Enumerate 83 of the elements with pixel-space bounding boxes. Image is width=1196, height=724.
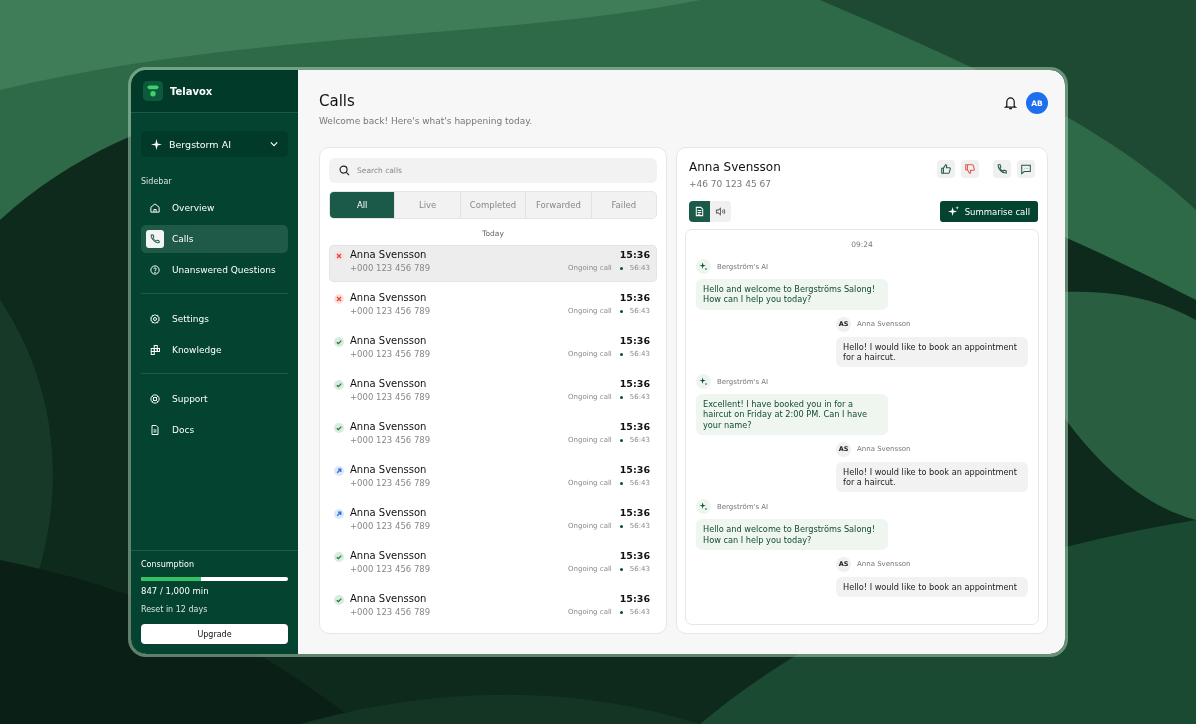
speaker-icon (715, 206, 726, 217)
workspace-selector[interactable]: Bergstorm AI (141, 131, 288, 157)
summarise-call-button[interactable]: Summarise call (939, 201, 1038, 222)
caller-phone: +000 123 456 789 (350, 478, 431, 488)
caller-name: Anna Svensson (350, 507, 428, 518)
page-subtitle: Welcome back! Here's what's happening today. (319, 116, 533, 126)
caller-phone: +000 123 456 789 (350, 435, 431, 445)
caller-phone: +000 123 456 789 (350, 607, 431, 617)
usage-reading: 847 / 1,000 min (141, 586, 210, 596)
nav-item[interactable]: Unanswered Questions (141, 256, 288, 284)
call-time: 15:36 (618, 593, 650, 604)
chat-icon (1020, 163, 1032, 175)
caller-name: Anna Svensson (350, 292, 428, 303)
caller-name: Anna Svensson (350, 421, 428, 432)
message-bubble: Hello! I would like to book an appointment for a haircut. (836, 461, 1028, 493)
transcript-toggle[interactable] (689, 201, 710, 222)
sparkle-icon (151, 138, 162, 150)
upgrade-button[interactable]: Upgrade (141, 624, 288, 644)
call-time: 15:36 (618, 464, 650, 475)
caller-phone: +000 123 456 789 (350, 521, 431, 531)
separator-dot (619, 610, 623, 614)
caller-name: Anna Svensson (350, 550, 428, 561)
contact-name: Anna Svensson (689, 160, 781, 174)
caller-name: Anna Svensson (350, 593, 428, 604)
separator-dot (619, 395, 623, 399)
sparkle-icon (947, 206, 959, 217)
caller-phone: +000 123 456 789 (350, 349, 431, 359)
call-time: 15:36 (618, 550, 650, 561)
phone-icon (146, 230, 164, 248)
call-time: 15:36 (618, 507, 650, 518)
nav-item[interactable]: Calls (141, 225, 288, 253)
separator-dot (619, 438, 623, 442)
ai-sparkle-icon (696, 499, 711, 515)
contact-phone: +46 70 123 45 67 (689, 179, 772, 189)
nav-item[interactable]: Docs (141, 416, 288, 444)
search-icon (339, 165, 350, 176)
caller-phone: +000 123 456 789 (350, 564, 431, 574)
section-label: Sidebar (141, 177, 173, 186)
call-time: 15:36 (618, 421, 650, 432)
separator-dot (619, 524, 623, 528)
caller-name: Anna Svensson (350, 335, 428, 346)
separator-dot (619, 481, 623, 485)
message-bubble: Excellent! I have booked you in for a haircut on Friday at 2:00 PM. Can I have your name? (696, 394, 888, 435)
thumbs-down-icon (964, 163, 976, 175)
message-button[interactable] (1017, 160, 1035, 178)
message-bubble: Hello and welcome to Bergströms Salong! How can I help you today? (696, 519, 888, 550)
ai-sparkle-icon (696, 259, 711, 274)
consumption-label: Consumption (141, 560, 195, 569)
caller-name: Anna Svensson (350, 249, 428, 260)
phone-icon (996, 163, 1008, 175)
nav-item[interactable]: Support (141, 385, 288, 413)
caller-phone: +000 123 456 789 (350, 263, 431, 273)
filter-tab[interactable]: All (330, 192, 395, 218)
document-icon (694, 206, 705, 217)
notification-bell-icon[interactable] (1004, 96, 1017, 110)
logo-icon (143, 81, 163, 101)
call-time: 15:36 (618, 292, 650, 303)
reset-note: Reset in 12 days (141, 605, 209, 614)
caller-name: Anna Svensson (350, 378, 428, 389)
separator-dot (619, 352, 623, 356)
ai-sparkle-icon (696, 374, 711, 389)
caller-name: Anna Svensson (350, 464, 428, 475)
message-bubble: Hello and welcome to Bergströms Salong! How can I help you today? (696, 279, 888, 310)
nav-item[interactable]: Knowledge (141, 336, 288, 364)
call-time: 15:36 (618, 249, 650, 260)
page-title: Calls (319, 92, 356, 110)
nav-item[interactable]: Overview (141, 194, 288, 222)
separator-dot (619, 309, 623, 313)
caller-phone: +000 123 456 789 (350, 306, 431, 316)
message-bubble: Hello! I would like to book an appointment for a haircut. (836, 336, 1028, 367)
caller-phone: +000 123 456 789 (350, 392, 431, 402)
thumbs-up-icon (940, 163, 952, 175)
call-time: 15:36 (618, 335, 650, 346)
message-bubble: Hello! I would like to book an appointment (836, 576, 1028, 597)
nav-item[interactable]: Settings (141, 305, 288, 333)
separator-dot (619, 266, 623, 270)
thumbs-up-button[interactable] (937, 160, 955, 178)
separator-dot (619, 567, 623, 571)
thumbs-down-button[interactable] (961, 160, 979, 178)
call-button[interactable] (993, 160, 1011, 178)
brand-name: Telavox (170, 85, 213, 97)
caret-icon (270, 141, 278, 147)
call-time: 15:36 (618, 378, 650, 389)
